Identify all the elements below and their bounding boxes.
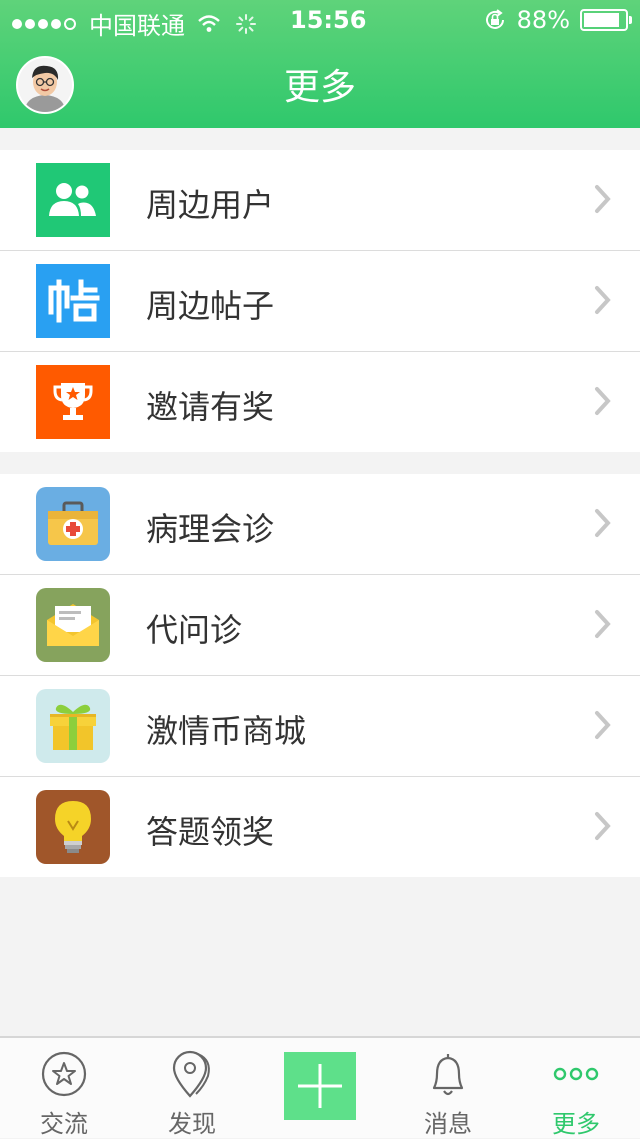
envelope-icon: [36, 588, 110, 662]
chevron-right-icon: [595, 711, 611, 739]
chevron-right-icon: [595, 286, 611, 314]
menu-item-coin-mall[interactable]: 激情币商城: [0, 676, 640, 777]
menu-item-label: 代问诊: [146, 611, 243, 649]
chevron-right-icon: [595, 812, 611, 840]
tab-label: 更多: [552, 1110, 600, 1138]
menu-item-label: 邀请有奖: [146, 388, 275, 426]
menu-item-quiz-reward[interactable]: 答题领奖: [0, 777, 640, 877]
tab-discover[interactable]: 发现: [128, 1038, 256, 1138]
post-icon: [36, 264, 110, 338]
menu-group-nearby: 周边用户 周边帖子 邀请有奖: [0, 150, 640, 452]
chevron-right-icon: [595, 185, 611, 213]
menu-item-pathology-consult[interactable]: 病理会诊: [0, 474, 640, 575]
menu-item-nearby-posts[interactable]: 周边帖子: [0, 251, 640, 352]
menu-item-label: 周边帖子: [146, 287, 275, 325]
carrier-name: 中国联通: [89, 12, 185, 40]
chevron-right-icon: [595, 509, 611, 537]
signal-strength-icon: [12, 17, 79, 30]
battery-icon: [580, 9, 632, 31]
star-circle-icon: [41, 1051, 87, 1097]
users-icon: [36, 163, 110, 237]
tab-communicate[interactable]: 交流: [0, 1038, 128, 1138]
status-bar: 中国联通 15:56 88%: [0, 0, 640, 40]
menu-item-proxy-consult[interactable]: 代问诊: [0, 575, 640, 676]
menu-item-nearby-users[interactable]: 周边用户: [0, 150, 640, 251]
lightbulb-icon: [36, 790, 110, 864]
loading-spinner-icon: [236, 13, 256, 34]
tab-label: 发现: [168, 1110, 216, 1138]
tab-more[interactable]: 更多: [512, 1038, 640, 1138]
rotation-lock-icon: [485, 9, 504, 29]
chevron-right-icon: [595, 387, 611, 415]
chevron-right-icon: [595, 610, 611, 638]
menu-item-label: 病理会诊: [146, 510, 275, 548]
menu-item-label: 周边用户: [146, 186, 275, 224]
header-bar: 中国联通 15:56 88% 更多: [0, 0, 640, 128]
page-title: 更多: [283, 67, 356, 108]
bottom-tab-bar: 交流 发现 消息 更多: [0, 1036, 640, 1138]
status-time: 15:56: [290, 6, 367, 34]
battery-percentage: 88%: [516, 6, 570, 34]
tab-label: 交流: [40, 1110, 88, 1138]
gift-icon: [36, 689, 110, 763]
tab-messages[interactable]: 消息: [384, 1038, 512, 1138]
plus-icon: [298, 1064, 342, 1108]
bell-icon: [432, 1054, 464, 1096]
menu-item-invite-reward[interactable]: 邀请有奖: [0, 352, 640, 452]
add-post-button[interactable]: [284, 1052, 356, 1120]
tab-label: 消息: [424, 1110, 472, 1138]
menu-item-label: 答题领奖: [146, 813, 275, 851]
medical-kit-icon: [36, 487, 110, 561]
location-pin-icon: [172, 1050, 210, 1098]
more-dots-icon: [553, 1067, 599, 1081]
wifi-icon: [198, 14, 220, 32]
menu-group-services: 病理会诊 代问诊 激情币商城 答题领奖: [0, 474, 640, 877]
trophy-icon: [36, 365, 110, 439]
menu-item-label: 激情币商城: [146, 712, 307, 750]
